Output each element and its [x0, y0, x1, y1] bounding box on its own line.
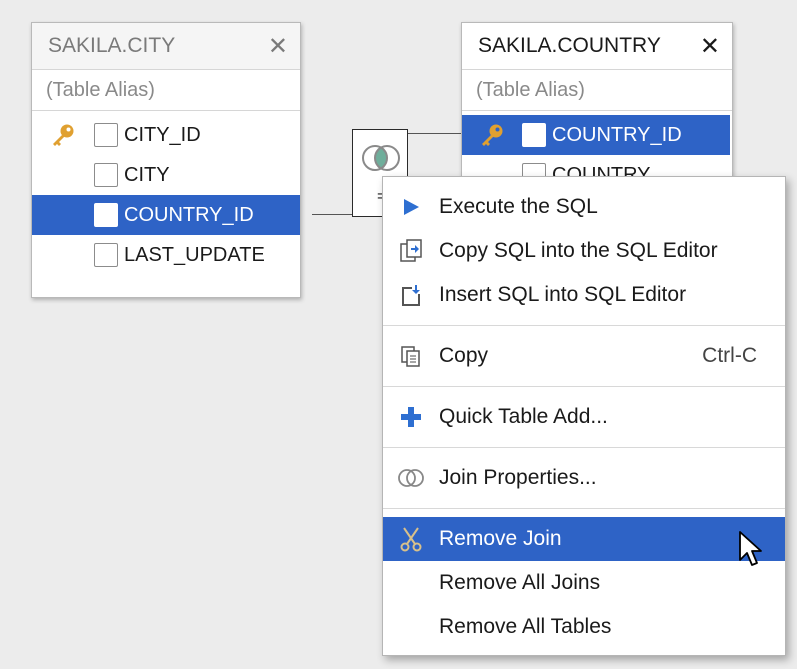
- menu-item-quick-table-add[interactable]: Quick Table Add...: [383, 395, 785, 439]
- column-name: LAST_UPDATE: [124, 243, 265, 266]
- menu-separator: [383, 508, 785, 509]
- column-checkbox[interactable]: [94, 203, 118, 227]
- play-icon: [404, 199, 419, 215]
- mouse-cursor-icon: [739, 531, 762, 566]
- menu-item-label: Execute the SQL: [439, 195, 598, 218]
- menu-item-remove-all-tables[interactable]: Remove All Tables: [383, 605, 785, 649]
- scissors-icon: [400, 527, 422, 552]
- column-row-city[interactable]: CITY: [32, 155, 300, 195]
- copy-to-editor-icon: [400, 239, 422, 262]
- table-city-title: SAKILA.CITY: [48, 34, 176, 57]
- plus-icon: [401, 407, 421, 427]
- menu-item-label: Insert SQL into SQL Editor: [439, 283, 687, 306]
- column-name: CITY_ID: [124, 123, 201, 146]
- menu-item-remove-all-joins[interactable]: Remove All Joins: [383, 561, 785, 605]
- menu-item-remove-join[interactable]: Remove Join: [383, 517, 785, 561]
- insert-icon: [402, 285, 420, 306]
- column-checkbox[interactable]: [94, 123, 118, 147]
- menu-item-label: Quick Table Add...: [439, 405, 608, 428]
- column-checkbox[interactable]: [94, 163, 118, 187]
- table-alias-input[interactable]: [44, 77, 292, 103]
- menu-item-label: Copy SQL into the SQL Editor: [439, 239, 718, 262]
- table-country-header[interactable]: SAKILA.COUNTRY ✕: [462, 23, 732, 70]
- menu-item-shortcut: Ctrl-C: [702, 344, 757, 367]
- column-checkbox[interactable]: [94, 243, 118, 267]
- menu-item-copy-sql-editor[interactable]: Copy SQL into the SQL Editor: [383, 229, 785, 273]
- venn-join-icon: [398, 469, 424, 487]
- menu-item-label: Join Properties...: [439, 466, 597, 489]
- menu-separator: [383, 325, 785, 326]
- table-country-title: SAKILA.COUNTRY: [478, 34, 661, 57]
- menu-separator: [383, 386, 785, 387]
- column-row-last-update[interactable]: LAST_UPDATE: [32, 235, 300, 275]
- table-city[interactable]: SAKILA.CITY ✕ CITY_ID CITY COUNTRY_I: [31, 22, 301, 298]
- menu-item-label: Remove Join: [439, 527, 562, 550]
- table-city-alias[interactable]: [32, 70, 300, 111]
- column-row-country-id[interactable]: COUNTRY_ID: [462, 115, 730, 155]
- column-name: COUNTRY_ID: [124, 203, 254, 226]
- menu-item-join-properties[interactable]: Join Properties...: [383, 456, 785, 500]
- context-menu: Execute the SQL Copy SQL into the SQL Ed…: [382, 176, 786, 656]
- close-icon[interactable]: ✕: [700, 32, 720, 61]
- table-country-alias[interactable]: [462, 70, 732, 111]
- column-row-city-id[interactable]: CITY_ID: [32, 115, 300, 155]
- table-city-header[interactable]: SAKILA.CITY ✕: [32, 23, 300, 70]
- menu-item-execute-sql[interactable]: Execute the SQL: [383, 185, 785, 229]
- key-icon: [53, 124, 74, 146]
- menu-separator: [383, 447, 785, 448]
- menu-item-insert-sql[interactable]: Insert SQL into SQL Editor: [383, 273, 785, 317]
- menu-item-copy[interactable]: Copy Ctrl-C: [383, 334, 785, 378]
- copy-icon: [401, 346, 420, 367]
- column-name: COUNTRY_ID: [552, 123, 682, 146]
- table-alias-input[interactable]: [474, 77, 724, 103]
- menu-item-label: Remove All Tables: [439, 615, 612, 638]
- column-checkbox[interactable]: [522, 123, 546, 147]
- menu-item-label: Copy: [439, 344, 489, 367]
- join-line-right: [408, 133, 463, 134]
- key-icon: [482, 124, 503, 146]
- join-line-left: [312, 214, 352, 215]
- column-name: CITY: [124, 163, 170, 186]
- table-city-columns: CITY_ID CITY COUNTRY_ID LAST_UPDATE: [32, 111, 300, 281]
- close-icon[interactable]: ✕: [268, 32, 288, 61]
- menu-item-label: Remove All Joins: [439, 571, 601, 594]
- column-row-country-id[interactable]: COUNTRY_ID: [32, 195, 300, 235]
